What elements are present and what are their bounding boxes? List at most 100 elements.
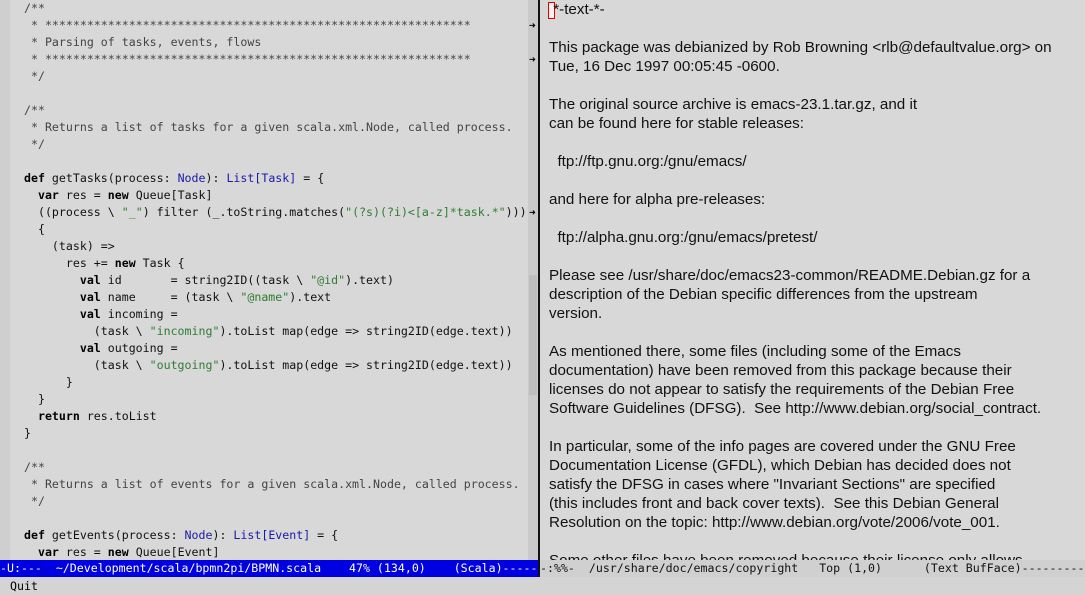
code-token-keyword: def [24,171,52,185]
code-token-plain: ).text) [345,273,394,287]
text-line: As mentioned there, some files (includin… [549,343,961,360]
code-editor-window[interactable]: /** * **********************************… [0,0,528,560]
text-line: In particular, some of the info pages ar… [549,438,1016,455]
code-token-comment: */ [24,69,45,83]
mode-line-left[interactable]: -U:--- ~/Development/scala/bpmn2pi/BPMN.… [0,560,538,577]
mode-line-right[interactable]: -:%%- /usr/share/doc/emacs/copyright Top… [540,560,1085,577]
code-token-string: "@id" [310,273,346,287]
code-token-keyword: def [24,528,52,542]
truncation-arrow-icon: ➜ [529,206,536,219]
code-line: val id = string2ID((task \ "@id").text) [24,272,394,289]
text-line: (this includes front and back cover text… [549,495,999,512]
code-line: /** [24,459,45,476]
code-token-comment: /** [24,103,45,117]
code-token-plain: (task \ [24,358,150,372]
text-line: can be found here for stable releases: [549,115,804,132]
code-line: (task \ "outgoing").toList map(edge => s… [24,357,513,374]
text-viewer-window[interactable]: *-text-*- This package was debianized by … [540,0,1085,560]
code-token-plain: outgoing = [107,341,178,355]
code-token-plain: ((process \ [24,205,122,219]
code-line: var res = new Queue[Task] [24,187,213,204]
code-token-comment: */ [24,137,45,151]
code-token-plain: ).toList map(edge => string2ID(edge.text… [219,324,513,338]
code-token-plain: getEvents(process: [51,528,185,542]
code-token-plain: res.toList [86,409,157,423]
text-line: This package was debianized by Rob Brown… [549,39,1052,56]
code-line: } [24,391,45,408]
code-token-comment: /** [24,460,45,474]
code-line: * Returns a list of events for a given s… [24,476,520,493]
text-line: Some other files have been removed becau… [549,551,1023,560]
code-token-comment: * **************************************… [24,18,471,32]
code-token-comment: /** [24,1,45,15]
code-token-plain: } [24,375,73,389]
text-line: ftp://ftp.gnu.org:/gnu/emacs/ [549,153,747,170]
code-token-comment: * Parsing of tasks, events, flows [24,35,262,49]
code-token-comment: * Returns a list of events for a given s… [24,477,520,491]
code-token-plain: incoming = [107,307,178,321]
text-line: description of the Debian specific diffe… [549,286,978,303]
code-token-plain: = { [310,528,339,542]
code-line: * **************************************… [24,51,471,68]
code-line: } [24,425,31,442]
code-line: (task \ "incoming").toList map(edge => s… [24,323,513,340]
text-line: *-text-*- [549,1,605,18]
code-token-plain: (task \ [24,324,150,338]
code-token-plain: id = string2ID((task \ [107,273,311,287]
code-token-type: Node [177,171,206,185]
code-token-plain: res = [65,545,108,559]
code-token-plain: = { [296,171,325,185]
code-token-string: "incoming" [149,324,220,338]
text-line: documentation) have been removed from th… [549,362,1012,379]
code-line: } [24,374,73,391]
code-line: val incoming = [24,306,178,323]
code-token-keyword: new [107,545,136,559]
code-token-plain: ): [212,528,234,542]
code-token-plain: } [24,392,45,406]
code-line: /** [24,102,45,119]
text-line: Please see /usr/share/doc/emacs23-common… [549,267,1031,284]
text-line: ftp://alpha.gnu.org:/gnu/emacs/pretest/ [549,229,818,246]
code-token-string: "@name" [240,290,290,304]
code-line: (task) => [24,238,115,255]
code-token-type: List[Event] [233,528,311,542]
text-line: Tue, 16 Dec 1997 00:05:45 -0600. [549,58,780,75]
code-line: */ [24,493,45,510]
code-token-keyword: val [24,290,108,304]
code-token-plain: Queue[Task] [135,188,213,202]
code-token-keyword: val [24,341,108,355]
text-line: Documentation License (GFDL), which Debi… [549,457,1011,474]
emacs-frame: /** * **********************************… [0,0,1085,595]
text-line: The original source archive is emacs-23.… [549,96,918,113]
code-line: * Returns a list of tasks for a given sc… [24,119,513,136]
code-token-plain: name = (task \ [107,290,241,304]
code-token-plain: ).text [289,290,332,304]
left-window-scrollbar[interactable] [528,0,538,560]
code-token-plain: res = [65,188,108,202]
scrollbar-thumb[interactable] [529,275,537,395]
code-line: /** [24,0,45,17]
code-token-keyword: return [24,409,87,423]
code-token-plain: ): [205,171,227,185]
code-token-keyword: new [114,256,143,270]
code-line: def getTasks(process: Node): List[Task] … [24,170,324,187]
code-token-string: "_" [121,205,143,219]
code-line: res += new Task { [24,255,185,272]
code-token-string: "outgoing" [149,358,220,372]
code-token-plain: ).toList map(edge => string2ID(edge.text… [219,358,513,372]
code-token-keyword: val [24,273,108,287]
text-line: Resolution on the topic: http://www.debi… [549,514,1000,531]
text-line: and here for alpha pre-releases: [549,191,766,208]
text-line: licenses do not appear to satisfy the re… [549,381,1015,398]
left-fringe [0,0,10,560]
code-token-type: Node [184,528,213,542]
code-token-plain: res += [24,256,115,270]
code-line: val name = (task \ "@name").text [24,289,331,306]
code-token-plain: { [24,222,45,236]
code-token-comment: * Returns a list of tasks for a given sc… [24,120,513,134]
truncation-arrow-icon: ➜ [529,53,536,66]
minibuffer-echo-area[interactable]: Quit [0,577,1085,595]
code-token-keyword: var [24,188,66,202]
text-line: version. [549,305,603,322]
code-token-comment: */ [24,494,45,508]
